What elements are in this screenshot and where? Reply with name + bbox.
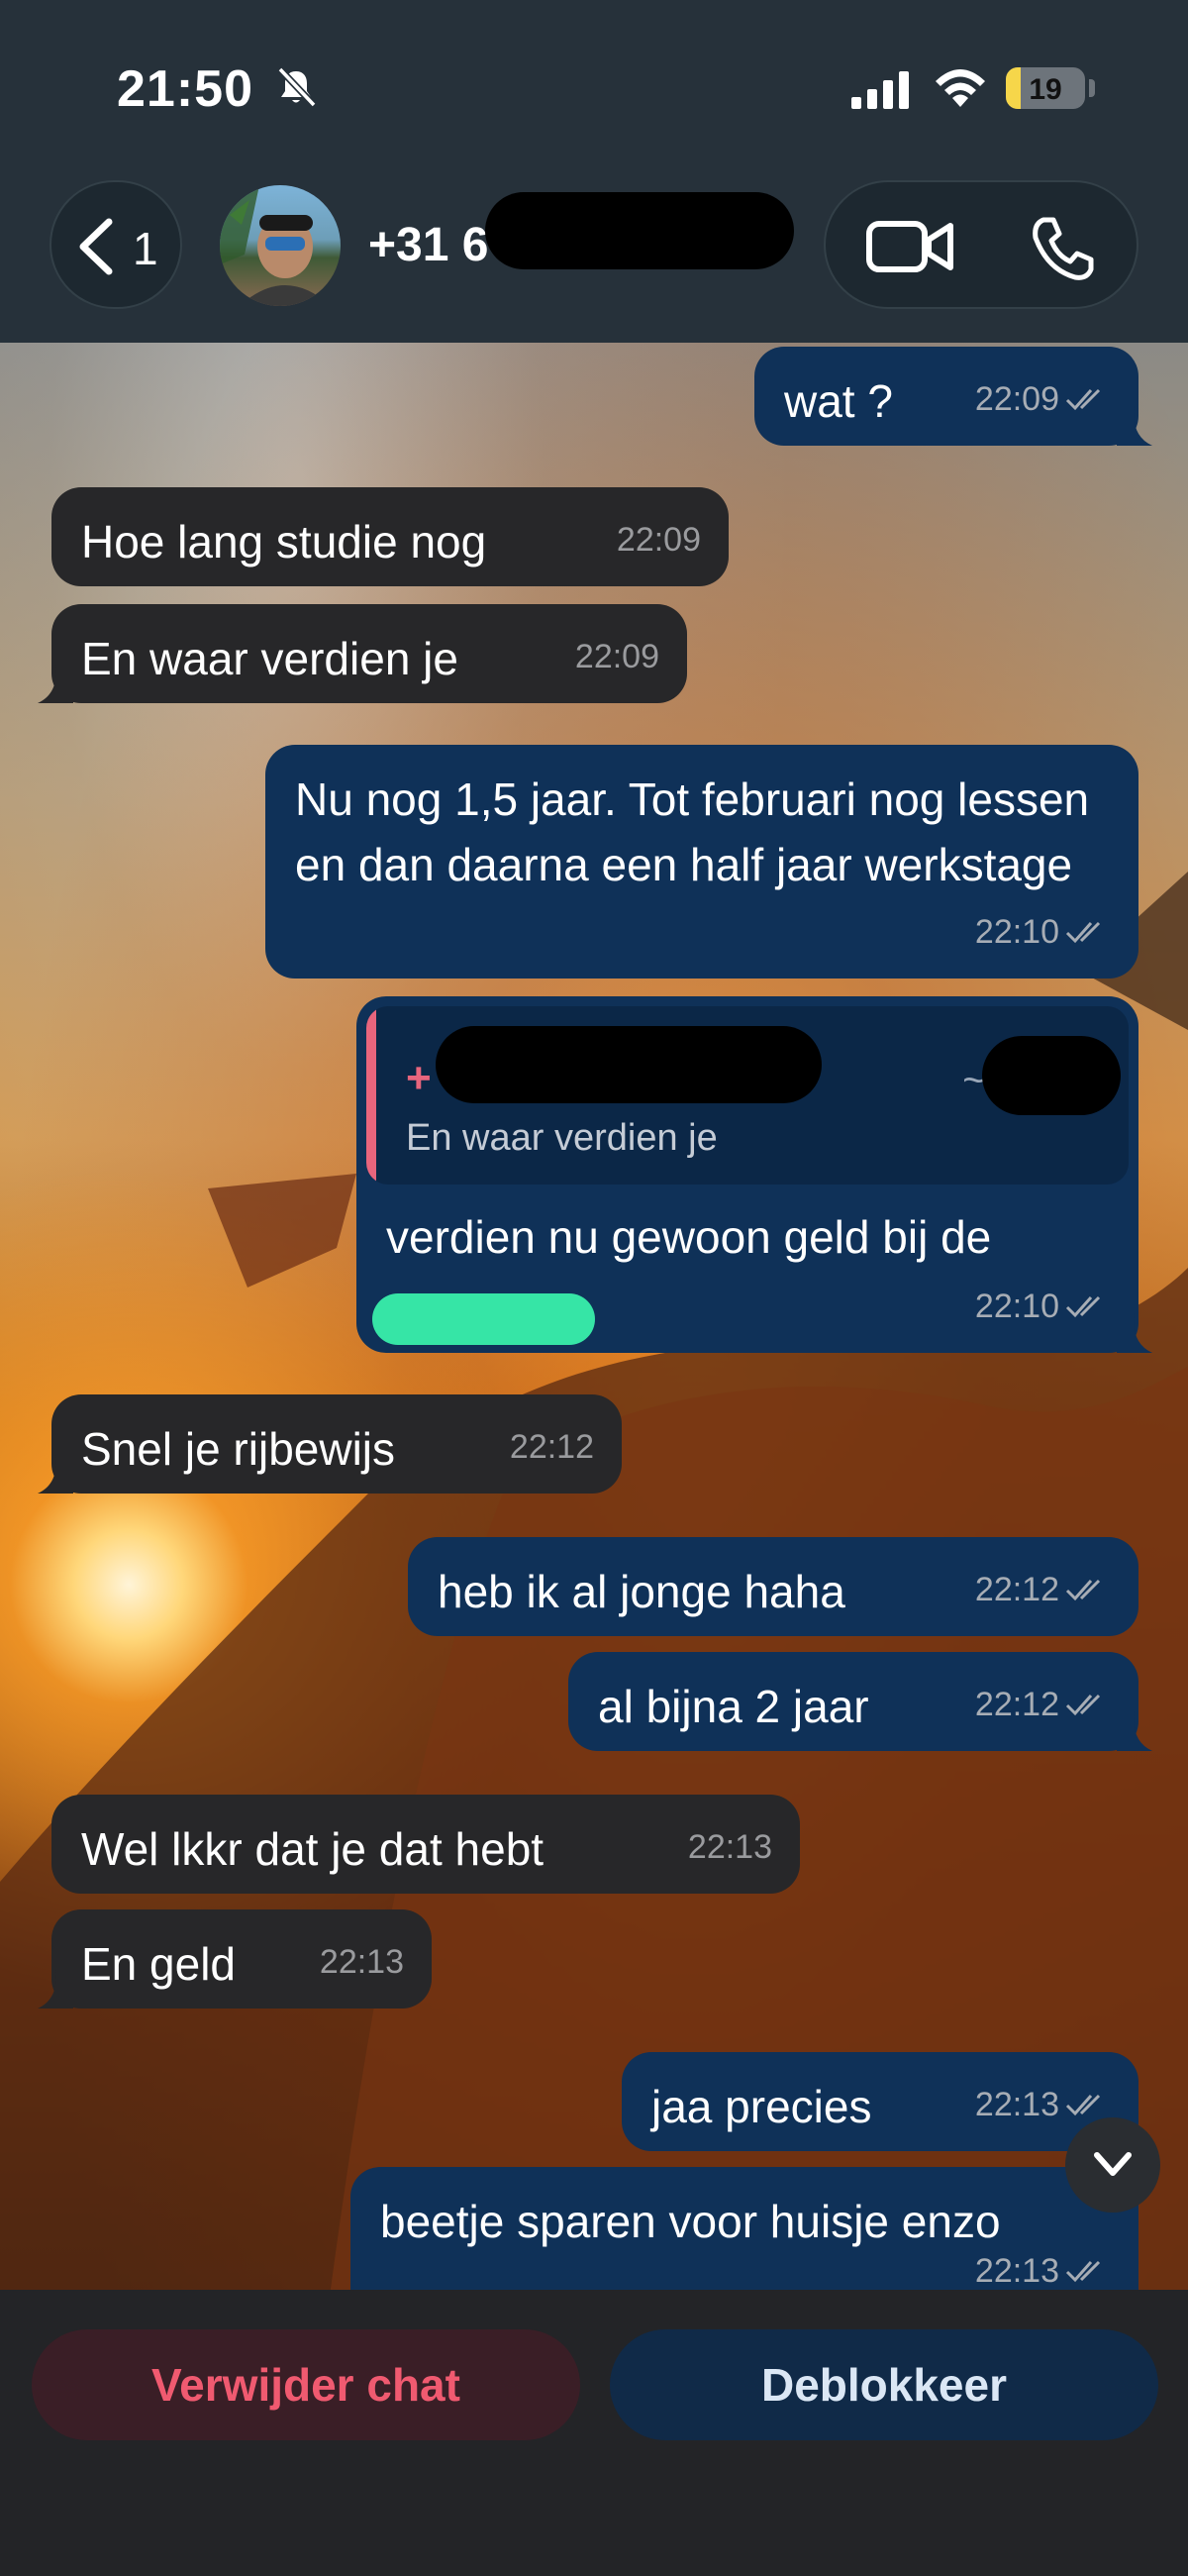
wifi-icon [936, 69, 985, 107]
quote-accent-bar [366, 1006, 376, 1185]
battery-icon: 19 [1006, 67, 1085, 109]
call-actions [824, 180, 1138, 309]
redaction [982, 1036, 1121, 1115]
quote-sender: + [406, 1054, 432, 1102]
avatar-photo [220, 185, 331, 306]
bell-slash-icon [277, 66, 317, 108]
message-text: jaa precies [651, 2081, 872, 2132]
message-outgoing[interactable]: beetje sparen voor huisje enzo 22:13 [350, 2167, 1138, 2290]
double-check-icon [1065, 2094, 1101, 2116]
unblock-button[interactable]: Deblokkeer [610, 2329, 1158, 2440]
quoted-message[interactable]: + ~F En waar verdien je [366, 1006, 1129, 1185]
message-incoming[interactable]: En geld 22:13 [38, 1909, 432, 2009]
message-incoming[interactable]: Wel lkkr dat je dat hebt 22:13 [51, 1795, 800, 1894]
message-outgoing[interactable]: jaa precies 22:13 [622, 2052, 1138, 2151]
message-outgoing[interactable]: al bijna 2 jaar 22:12 [568, 1652, 1152, 1751]
message-outgoing[interactable]: heb ik al jonge haha 22:12 [408, 1537, 1138, 1636]
message-meta: 22:12 [975, 1672, 1111, 1737]
message-meta: 22:10 [975, 1274, 1111, 1339]
avatar[interactable] [220, 185, 341, 306]
message-time: 22:09 [574, 638, 659, 675]
signal-icon [851, 71, 909, 109]
message-text: Wel lkkr dat je dat hebt [81, 1823, 544, 1875]
message-incoming[interactable]: Hoe lang studie nog 22:09 [51, 487, 729, 586]
message-time: 22:09 [616, 521, 701, 559]
battery-level: 19 [1029, 73, 1062, 106]
unread-count: 1 [133, 223, 158, 274]
message-text: beetje sparen voor huisje enzo [380, 2196, 1001, 2247]
message-time: 22:09 [974, 380, 1059, 418]
message-text: al bijna 2 jaar [598, 1681, 869, 1732]
message-outgoing[interactable]: wat ? 22:09 [754, 347, 1152, 446]
message-text: Nu nog 1,5 jaar. Tot februari nog lessen… [295, 773, 1090, 890]
double-check-icon [1065, 1295, 1101, 1318]
scribble-redaction [372, 1293, 595, 1345]
message-time: 22:12 [509, 1428, 594, 1466]
scroll-to-bottom-button[interactable] [1065, 2117, 1160, 2213]
message-outgoing-reply[interactable]: + ~F En waar verdien je verdien nu gewoo… [356, 996, 1152, 1353]
chevron-down-icon [1094, 2152, 1132, 2176]
message-text: En geld [81, 1938, 237, 1990]
bubble-tail [38, 1454, 73, 1494]
quote-text: En waar verdien je [406, 1117, 718, 1159]
phone-icon[interactable] [1028, 214, 1097, 283]
redaction [436, 1026, 822, 1103]
message-text: Hoe lang studie nog [81, 516, 487, 567]
status-bar: 21:50 19 [0, 0, 1188, 168]
message-meta: 22:09 [975, 366, 1111, 432]
message-meta: 22:10 [975, 899, 1111, 965]
message-time: 22:13 [974, 2086, 1059, 2123]
message-meta: 22:12 [975, 1557, 1111, 1622]
message-incoming[interactable]: En waar verdien je 22:09 [38, 604, 687, 703]
message-text: Snel je rijbewijs [81, 1423, 396, 1475]
message-time: 22:13 [319, 1943, 404, 1981]
message-time: 22:10 [974, 1288, 1059, 1325]
message-text: wat ? [784, 375, 893, 427]
double-check-icon [1065, 921, 1101, 944]
blocked-contact-actions: Verwijder chat Deblokkeer [0, 2290, 1188, 2576]
delete-chat-button[interactable]: Verwijder chat [32, 2329, 580, 2440]
message-text: verdien nu gewoon geld bij de [386, 1211, 992, 1263]
message-text: En waar verdien je [81, 633, 458, 684]
double-check-icon [1065, 1579, 1101, 1601]
back-button[interactable]: 1 [50, 180, 182, 309]
message-outgoing[interactable]: Nu nog 1,5 jaar. Tot februari nog lessen… [265, 745, 1138, 979]
message-time: 22:12 [974, 1686, 1059, 1723]
bubble-tail [1117, 406, 1152, 446]
message-time: 22:13 [687, 1828, 772, 1866]
double-check-icon [1065, 2260, 1101, 2283]
double-check-icon [1065, 388, 1101, 411]
bubble-tail [1117, 1313, 1152, 1353]
message-text: heb ik al jonge haha [438, 1566, 845, 1617]
message-incoming[interactable]: Snel je rijbewijs 22:12 [38, 1394, 622, 1494]
double-check-icon [1065, 1694, 1101, 1716]
redaction [485, 192, 794, 269]
message-time: 22:10 [974, 913, 1059, 951]
message-time: 22:13 [974, 2252, 1059, 2290]
chat-header: 1 +31 6 [0, 168, 1188, 343]
video-camera-icon[interactable] [865, 218, 956, 275]
battery-tip [1089, 79, 1095, 97]
bubble-tail [38, 664, 73, 703]
chevron-left-icon [79, 218, 113, 275]
clock: 21:50 [117, 60, 253, 118]
message-time: 22:12 [974, 1571, 1059, 1608]
contact-name[interactable]: +31 6 [368, 218, 488, 272]
bubble-tail [38, 1969, 73, 2009]
bubble-tail [1117, 1711, 1152, 1751]
